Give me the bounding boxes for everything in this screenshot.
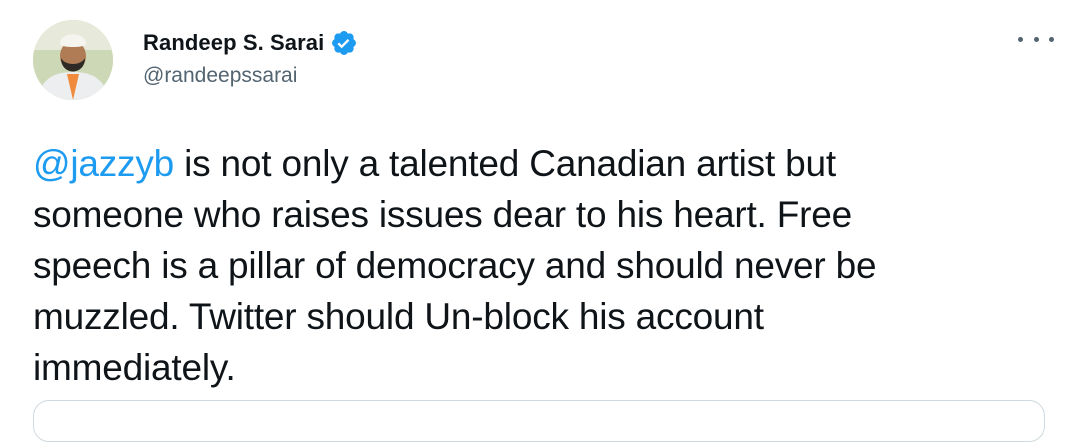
author-name-row: Randeep S. Sarai <box>143 28 358 58</box>
more-dot <box>1018 36 1023 42</box>
tweet-line: @jazzyb is not only a talented Canadian … <box>33 138 1043 189</box>
tweet-line: speech is a pillar of democracy and shou… <box>33 245 877 286</box>
embedded-card-edge[interactable] <box>33 400 1045 442</box>
more-options-icon[interactable] <box>1018 26 1054 52</box>
tweet-text: @jazzyb is not only a talented Canadian … <box>33 138 1043 393</box>
verified-badge-icon <box>330 29 358 57</box>
tweet-line: someone who raises issues dear to his he… <box>33 194 852 235</box>
more-dot <box>1033 36 1039 42</box>
tweet: Randeep S. Sarai @randeepssarai @jazzyb … <box>0 0 1085 442</box>
tweet-line-text: is not only a talented Canadian artist b… <box>174 143 836 184</box>
tweet-line: muzzled. Twitter should Un-block his acc… <box>33 296 764 337</box>
more-dot <box>1049 36 1054 42</box>
avatar[interactable] <box>33 20 113 100</box>
author-display-name[interactable]: Randeep S. Sarai <box>143 30 324 56</box>
tweet-line: immediately. <box>33 347 236 388</box>
author-handle[interactable]: @randeepssarai <box>143 64 297 88</box>
mention-link[interactable]: @jazzyb <box>33 143 174 184</box>
